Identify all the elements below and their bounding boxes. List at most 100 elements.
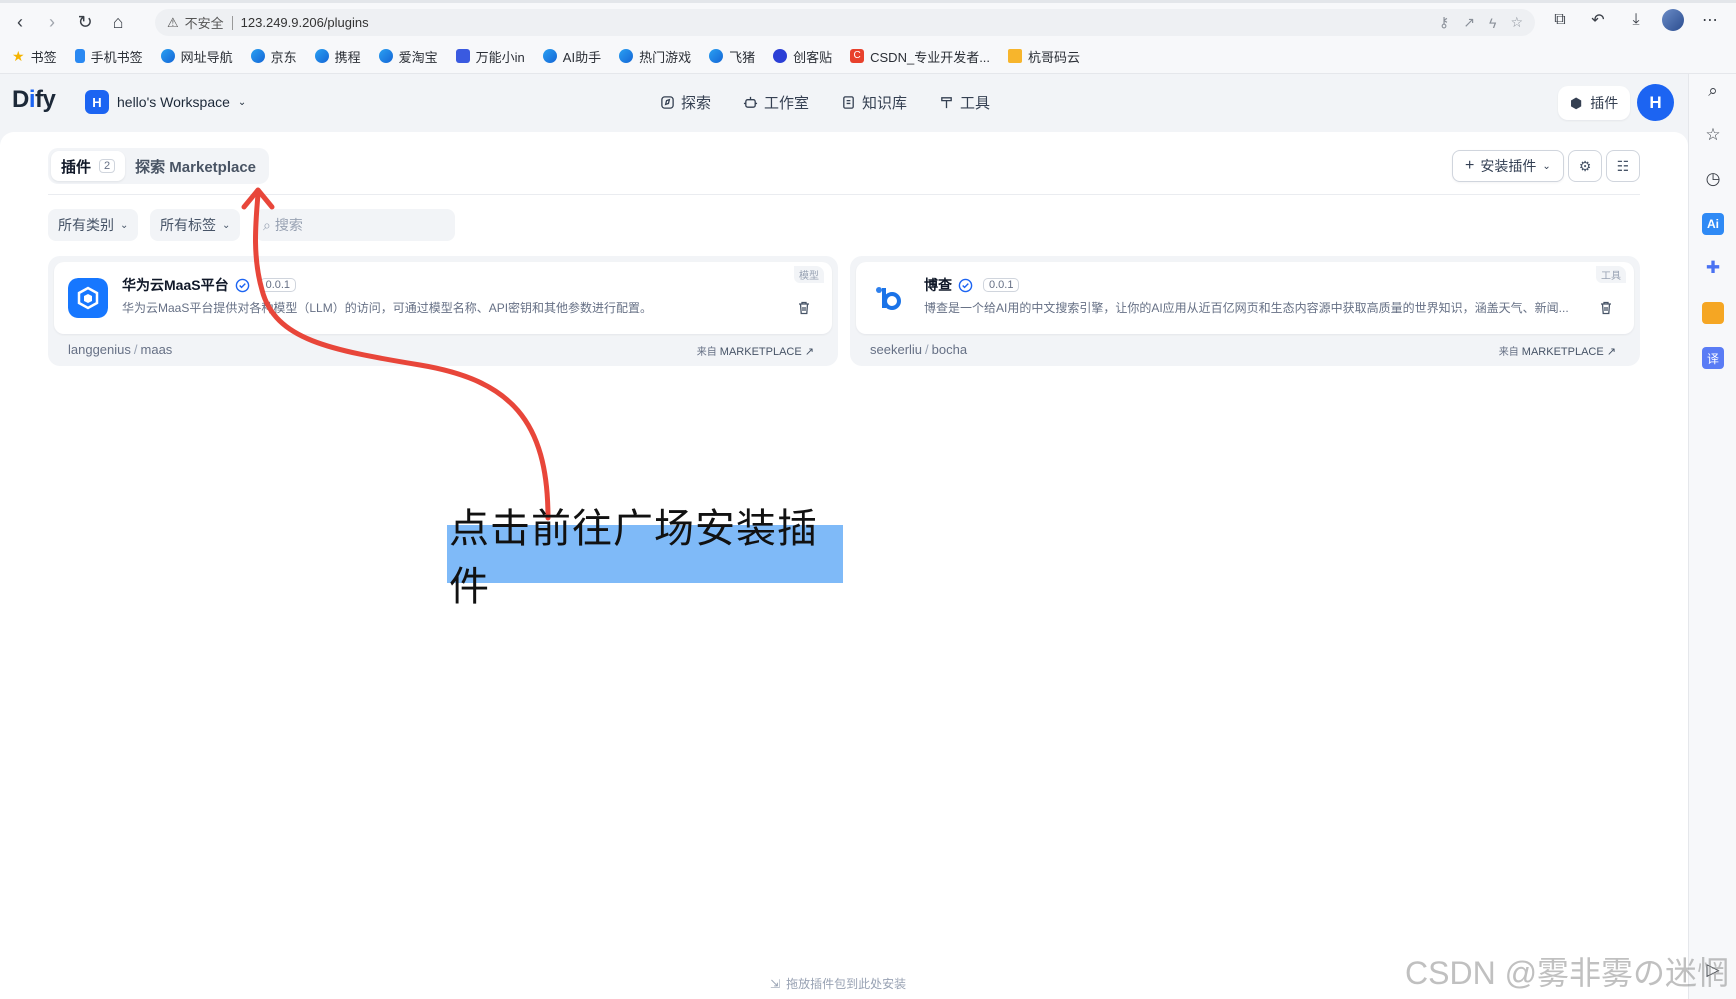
download-icon[interactable]: ⤓: [1624, 8, 1648, 32]
robot-icon: [455, 49, 470, 63]
bookmark-label: 书签: [30, 49, 57, 65]
install-plugin-label: 安装插件: [1480, 158, 1537, 174]
site-icon: [314, 49, 329, 63]
nav-studio[interactable]: 工作室: [743, 92, 809, 113]
bookmark-label: 携程: [334, 49, 361, 65]
settings-button[interactable]: ☷: [1606, 150, 1640, 182]
plugin-name: maas: [140, 342, 173, 357]
address-separator: [231, 15, 233, 30]
bookmark-item[interactable]: 万能小in: [455, 47, 525, 66]
back-icon[interactable]: ‹: [8, 10, 32, 34]
search-input[interactable]: [274, 217, 435, 233]
sliders-icon: ☷: [1616, 157, 1630, 174]
verified-icon: [958, 278, 973, 292]
gamepad-icon[interactable]: ✚: [1702, 257, 1724, 279]
bookmark-item[interactable]: 手机书签: [74, 47, 143, 66]
plugin-description: 博查是一个给AI用的中文搜索引擎，让你的AI应用从近百亿网页和生态内容源中获取高…: [924, 301, 1569, 315]
trash-icon[interactable]: [1598, 300, 1614, 316]
trash-icon[interactable]: [796, 300, 812, 316]
install-plugin-button[interactable]: + 安装插件 ⌄: [1452, 150, 1564, 182]
workspace-name: hello's Workspace: [117, 94, 230, 110]
undo-icon[interactable]: ↶: [1586, 8, 1610, 32]
category-filter-label: 所有类别: [58, 217, 114, 233]
plus-icon: +: [1465, 157, 1475, 174]
marketplace-source-link[interactable]: 来自 MARKETPLACE ↗: [1499, 343, 1616, 358]
reload-icon[interactable]: ↻: [73, 10, 97, 34]
bookmark-item[interactable]: 网址导航: [160, 47, 233, 66]
warning-icon: ⚠: [167, 14, 179, 30]
book-icon: [843, 96, 854, 109]
bookmark-label: 杭哥码云: [1028, 49, 1081, 65]
bookmark-item[interactable]: 京东: [250, 47, 297, 66]
lightning-icon[interactable]: ϟ: [1489, 15, 1496, 31]
forward-icon[interactable]: ›: [40, 10, 64, 34]
bookmark-item[interactable]: 携程: [314, 47, 361, 66]
tag-filter[interactable]: 所有标签 ⌄: [150, 209, 241, 241]
logo-part: fy: [35, 86, 56, 113]
divider: [48, 194, 1640, 195]
source-label: MARKETPLACE: [1521, 346, 1604, 358]
site-icon: [619, 49, 634, 63]
nav-icon: [160, 49, 175, 63]
plugin-card-body[interactable]: 博查 0.0.1 博查是一个给AI用的中文搜索引擎，让你的AI应用从近百亿网页和…: [856, 262, 1634, 334]
browser-toolbar: ‹ › ↻ ⌂ ⚠ 不安全 123.249.9.206/plugins ⚷ ↗ …: [0, 0, 1736, 74]
browser-avatar-icon[interactable]: [1662, 9, 1684, 31]
dify-logo[interactable]: Dify: [12, 86, 56, 114]
favorite-star-icon[interactable]: ☆: [1510, 14, 1523, 31]
chevron-down-icon: ⌄: [222, 219, 231, 231]
translate-icon[interactable]: 译: [1702, 347, 1724, 369]
bookmark-item[interactable]: 热门游戏: [619, 47, 691, 66]
plugin-card[interactable]: 华为云MaaS平台 0.0.1 华为云MaaS平台提供对各种模型（LLM）的访问…: [48, 256, 838, 366]
bookmark-item[interactable]: C CSDN_专业开发者...: [850, 47, 990, 66]
bookmarks-bar: ★ 书签 手机书签 网址导航 京东 携程 爱淘宝 万能小in AI助手 热门游戏 …: [12, 44, 1080, 68]
bookmark-label: 飞猪: [729, 49, 756, 65]
plugin-card-body[interactable]: 华为云MaaS平台 0.0.1 华为云MaaS平台提供对各种模型（LLM）的访问…: [54, 262, 832, 334]
plugin-type-tag: 工具: [1596, 266, 1626, 283]
nav-explore[interactable]: 探索: [660, 92, 711, 113]
plugins-button[interactable]: ⬢ 插件: [1558, 86, 1631, 120]
bookmark-item[interactable]: 爱淘宝: [378, 47, 438, 66]
briefcase-icon[interactable]: [1702, 302, 1724, 324]
nav-knowledge[interactable]: 知识库: [841, 92, 907, 113]
star-outline-icon[interactable]: ☆: [1702, 124, 1724, 146]
history-clock-icon[interactable]: ◷: [1702, 168, 1724, 190]
site-icon: [250, 49, 265, 63]
bookmark-item[interactable]: 创客贴: [773, 47, 832, 66]
category-filter[interactable]: 所有类别 ⌄: [48, 209, 139, 241]
site-icon: [773, 49, 788, 63]
plugin-title-row: 博查 0.0.1: [924, 275, 1020, 295]
nav-tools[interactable]: 工具: [939, 92, 990, 113]
address-bar[interactable]: ⚠ 不安全 123.249.9.206/plugins ⚷ ↗ ϟ ☆: [155, 9, 1535, 36]
bookmark-label: CSDN_专业开发者...: [870, 49, 991, 65]
bookmark-item[interactable]: ★ 书签: [12, 47, 57, 66]
drop-icon: ⇲: [770, 976, 781, 991]
workspace-badge: H: [85, 90, 109, 114]
share-icon[interactable]: ↗: [1463, 14, 1475, 31]
plugin-name: bocha: [931, 342, 968, 357]
bookmark-item[interactable]: AI助手: [542, 47, 601, 66]
bookmark-item[interactable]: 飞猪: [709, 47, 755, 66]
plugin-id: seekerliu / bocha: [870, 342, 967, 357]
plugin-card[interactable]: 博查 0.0.1 博查是一个给AI用的中文搜索引擎，让你的AI应用从近百亿网页和…: [850, 256, 1640, 366]
marketplace-source-link[interactable]: 来自 MARKETPLACE ↗: [697, 343, 814, 358]
search-icon[interactable]: ⌕: [1702, 80, 1724, 102]
chevron-down-icon: ⌄: [237, 96, 247, 108]
loading-bar: [0, 0, 1736, 3]
tab-plugins[interactable]: 插件 2: [51, 151, 126, 181]
tab-marketplace[interactable]: 探索 Marketplace: [125, 151, 266, 181]
bookmark-item[interactable]: 杭哥码云: [1008, 47, 1080, 66]
extensions-icon[interactable]: ⧉: [1548, 8, 1572, 32]
workspace-switcher[interactable]: H hello's Workspace ⌄: [85, 90, 246, 114]
drop-hint-text: 拖放插件包到此处安装: [786, 977, 907, 991]
key-icon[interactable]: ⚷: [1439, 14, 1449, 31]
home-icon[interactable]: ⌂: [106, 10, 130, 34]
compass-icon: [661, 96, 674, 109]
user-avatar[interactable]: H: [1637, 84, 1674, 121]
ai-icon[interactable]: Ai: [1702, 213, 1724, 235]
debug-button[interactable]: ⚙: [1568, 150, 1602, 182]
plugin-org: seekerliu: [870, 342, 923, 357]
watermark: CSDN @雾非雾の迷惘: [1405, 955, 1730, 991]
more-icon[interactable]: ⋯: [1698, 8, 1722, 32]
bookmark-label: 创客贴: [793, 49, 833, 65]
url-text[interactable]: 123.249.9.206/plugins: [241, 15, 369, 30]
